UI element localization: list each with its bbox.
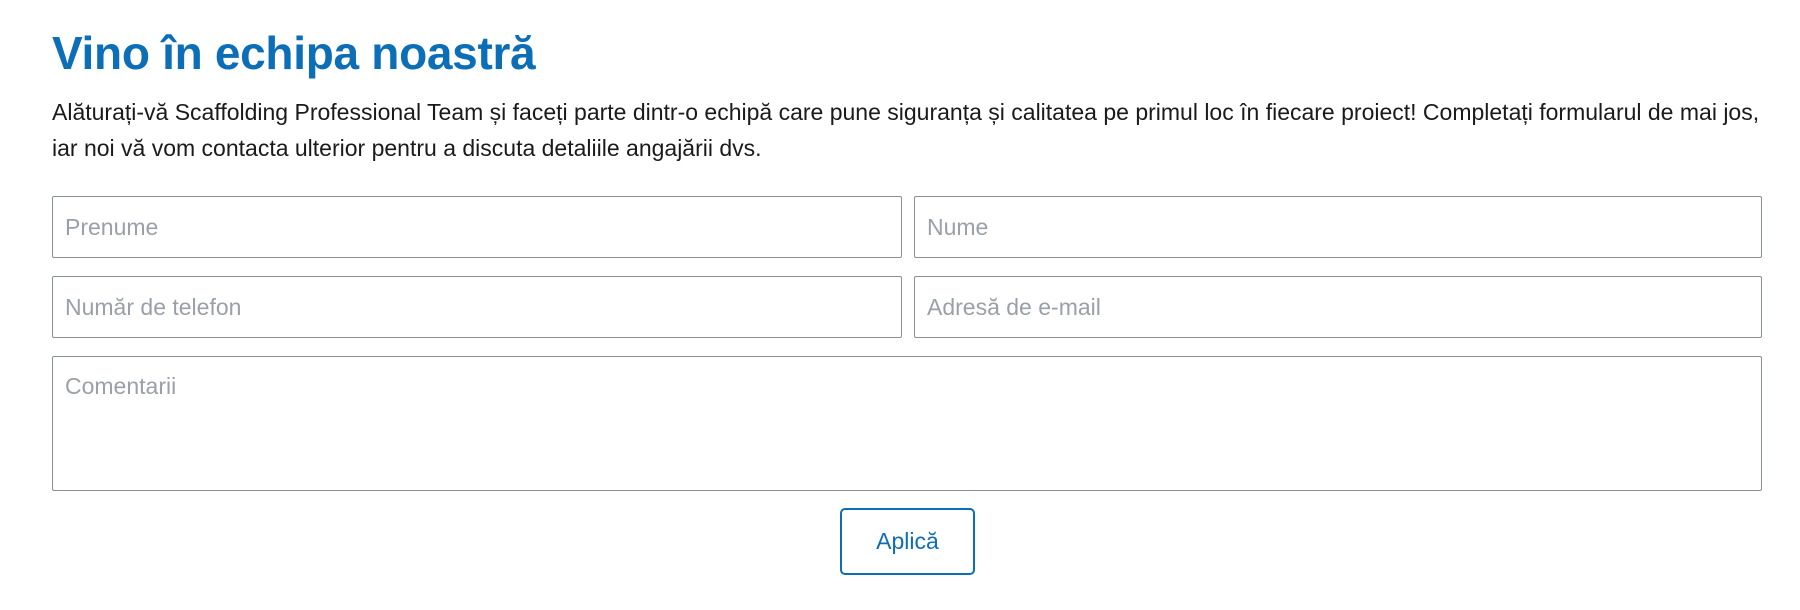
email-input[interactable]: [914, 276, 1762, 338]
intro-text: Alăturați-vă Scaffolding Professional Te…: [52, 99, 1760, 161]
phone-input[interactable]: [52, 276, 902, 338]
page-title: Vino în echipa noastră: [52, 27, 536, 79]
comments-textarea[interactable]: [52, 356, 1762, 491]
apply-button[interactable]: Aplică: [840, 508, 975, 575]
first-name-input[interactable]: [52, 196, 902, 258]
last-name-input[interactable]: [914, 196, 1762, 258]
